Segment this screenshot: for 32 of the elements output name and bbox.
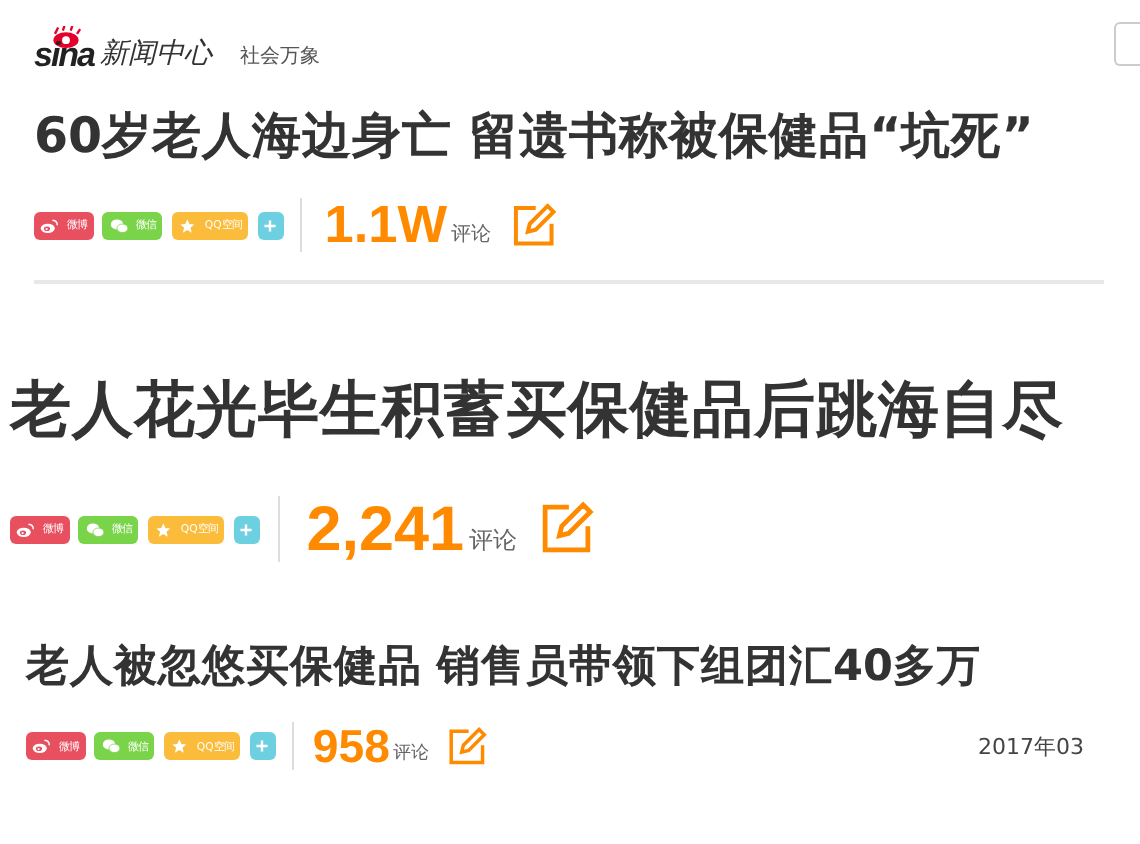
- plus-icon: [238, 521, 255, 538]
- channel-link[interactable]: 社会万象: [240, 42, 321, 72]
- more-button[interactable]: [233, 515, 260, 544]
- input-field[interactable]: [1114, 22, 1140, 66]
- star-icon: [170, 738, 189, 755]
- chat-bubbles-icon: [85, 521, 105, 538]
- star-icon: [154, 521, 173, 538]
- plus-icon: [254, 738, 271, 755]
- edit-icon[interactable]: [445, 725, 487, 768]
- site-name: 新闻中心: [100, 38, 213, 72]
- plus-icon: [262, 217, 279, 234]
- weibo-icon: [32, 738, 52, 755]
- logo-text: sina: [34, 38, 95, 72]
- weibo-icon: [16, 521, 36, 538]
- chat-bubbles-icon: [101, 738, 121, 755]
- star-icon: [178, 217, 197, 234]
- comment-count[interactable]: 958: [312, 723, 390, 770]
- headline[interactable]: 60岁老人海边身亡 留遗书称被保健品“坑死”: [34, 104, 1104, 168]
- comment-label: 评论: [468, 523, 517, 558]
- weibo-icon: [40, 217, 60, 234]
- comment-label: 评论: [393, 742, 430, 767]
- edit-icon[interactable]: [538, 500, 596, 558]
- date-text: 2017年03: [978, 731, 1084, 762]
- chat-bubbles-icon: [109, 217, 129, 234]
- edit-icon[interactable]: [509, 201, 557, 249]
- headline[interactable]: 老人被忽悠买保健品 销售员带领下组团汇40多万: [26, 640, 1140, 696]
- comment-count[interactable]: 1.1W: [324, 198, 448, 252]
- more-button[interactable]: [249, 732, 276, 761]
- headline[interactable]: 老人花光毕生积蓄买保健品后跳海自尽: [10, 372, 1140, 452]
- comment-label: 评论: [451, 222, 492, 249]
- more-button[interactable]: [257, 211, 284, 240]
- comment-count[interactable]: 2,241: [306, 497, 465, 561]
